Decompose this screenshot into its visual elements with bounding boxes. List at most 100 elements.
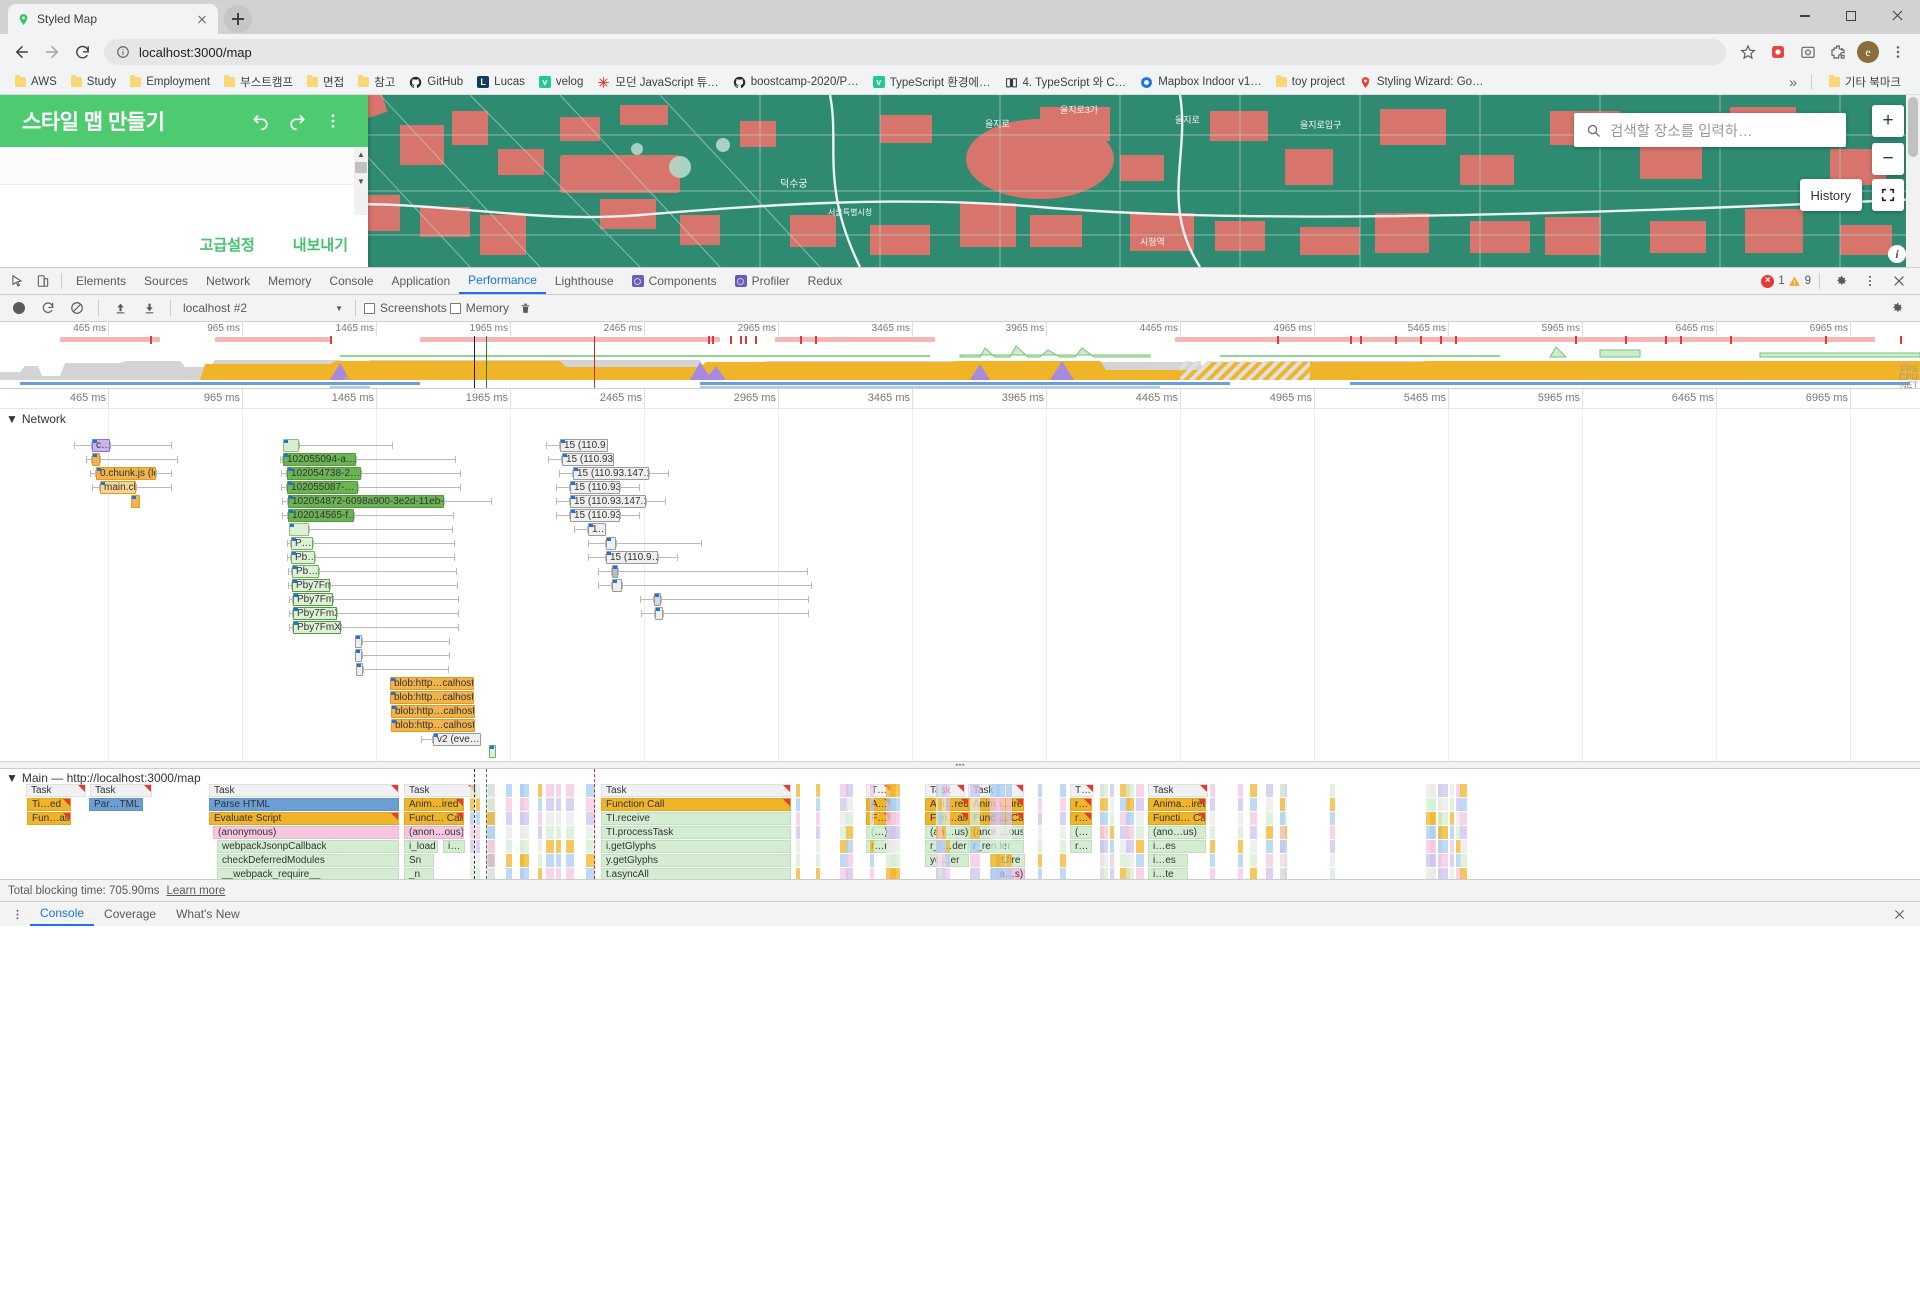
flame-chart-slice[interactable] [1238,798,1243,811]
star-icon[interactable] [1734,38,1762,66]
bookmark-item[interactable]: 4. TypeScript 와 C… [998,72,1134,92]
network-request-bar[interactable] [612,579,622,592]
learn-more-link[interactable]: Learn more [167,885,226,897]
network-request-bar[interactable] [654,593,661,606]
advanced-settings-link[interactable]: 고급설정 [200,234,255,255]
flame-chart-slice[interactable] [1450,826,1454,839]
profile-select[interactable]: localhost #2 ▼ [179,298,347,318]
flame-chart-slice[interactable] [486,826,495,839]
flame-chart-slice[interactable] [1038,840,1042,853]
flame-chart-slice[interactable] [1438,868,1448,879]
flame-chart-slice[interactable] [546,854,554,867]
network-request-bar[interactable]: blob:http…calhost) [390,691,474,704]
flame-chart-slice[interactable] [796,868,800,879]
flame-chart-slice[interactable] [870,784,874,797]
flame-chart-slice[interactable] [1110,826,1114,839]
network-track[interactable]: ▼ Network c…0.chunk.js (loc…main.ch…1020… [0,409,1920,762]
bookmark-item[interactable]: boostcamp-2020/P… [726,74,866,91]
flame-chart-slice[interactable] [556,812,561,825]
drawer-close-icon[interactable] [1886,902,1912,926]
bookmark-item[interactable]: 부스트캠프 [217,72,300,92]
flame-chart-slice[interactable] [870,812,874,825]
reload-icon[interactable] [68,38,96,66]
flame-chart-slice[interactable] [1460,812,1467,825]
flame-chart-slice[interactable] [1100,826,1108,839]
flame-chart-slice[interactable] [946,868,950,879]
flame-chart-slice[interactable] [476,826,480,839]
flame-chart-slice[interactable] [1126,868,1134,879]
flame-chart-slice[interactable] [1038,798,1042,811]
flame-chart-slice[interactable] [1438,826,1448,839]
network-request-bar[interactable]: 15 (110.93.147.18) [573,467,649,480]
flame-chart-slice[interactable] [1238,868,1243,879]
network-request-bar[interactable]: blob:http…calhost) [391,705,475,718]
flame-chart-slice[interactable] [1110,784,1114,797]
flame-chart-block[interactable]: Task [26,784,86,797]
flame-chart-block[interactable]: i…te [1148,868,1188,879]
network-request-row[interactable] [0,607,1920,620]
flame-chart-slice[interactable] [846,812,853,825]
flame-chart-slice[interactable] [538,840,542,853]
redo-icon[interactable] [284,108,310,134]
flame-chart-slice[interactable] [538,784,542,797]
clear-recording-button[interactable] [64,296,90,320]
flame-chart-block[interactable]: webpackJsonpCallback [217,840,399,853]
flame-chart-slice[interactable] [546,826,554,839]
flame-chart-slice[interactable] [1238,812,1243,825]
tab-application[interactable]: Application [382,268,459,294]
flame-chart-slice[interactable] [1100,854,1108,867]
flame-chart-slice[interactable] [946,854,950,867]
flame-chart-slice[interactable] [546,798,554,811]
flame-chart-slice[interactable] [1238,854,1243,867]
flame-chart-slice[interactable] [870,826,874,839]
new-tab-button[interactable] [224,5,252,33]
flame-chart-slice[interactable] [1430,854,1436,867]
devtools-close-icon[interactable] [1886,269,1912,293]
flame-chart-slice[interactable] [1450,840,1454,853]
flame-chart-block[interactable]: Parse HTML [209,798,399,811]
flame-chart-slice[interactable] [1250,798,1257,811]
flame-chart-slice[interactable] [1250,826,1257,839]
flame-chart-slice[interactable] [538,798,542,811]
flame-chart-slice[interactable] [1238,784,1243,797]
puzzle-icon[interactable] [1824,38,1852,66]
flame-chart-slice[interactable] [1210,798,1215,811]
network-request-bar[interactable] [489,745,496,758]
flame-chart-slice[interactable] [996,784,1000,797]
flame-chart-slice[interactable] [1140,826,1144,839]
flame-chart-block[interactable]: Evaluate Script [209,812,399,825]
flame-chart-slice[interactable] [1430,826,1436,839]
flame-chart-slice[interactable] [566,798,574,811]
flame-chart-slice[interactable] [1126,854,1134,867]
flame-chart-slice[interactable] [1266,812,1273,825]
network-request-row[interactable] [0,565,1920,578]
flame-chart-slice[interactable] [1060,868,1066,879]
flame-chart-block[interactable]: Funct… Call [404,812,464,825]
flame-chart-slice[interactable] [796,812,800,825]
flame-chart-slice[interactable] [520,868,529,879]
flame-chart-slice[interactable] [870,840,874,853]
record-button[interactable] [6,296,32,320]
flame-chart-slice[interactable] [556,784,561,797]
network-request-bar[interactable] [612,565,618,578]
flame-chart-slice[interactable] [476,798,480,811]
reload-and-record-button[interactable] [35,296,61,320]
tab-components[interactable]: Components [623,268,726,294]
flame-chart-slice[interactable] [846,784,853,797]
network-request-bar[interactable]: 15 (110.9… [560,439,608,452]
flame-chart-slice[interactable] [1450,868,1454,879]
network-request-row[interactable]: Pby7FmXiE… [0,621,1920,634]
network-request-bar[interactable]: 15 (110.9… [606,551,658,564]
flame-chart-slice[interactable] [970,840,980,853]
flame-chart-slice[interactable] [1430,798,1436,811]
flame-chart-slice[interactable] [1140,854,1144,867]
flame-chart-slice[interactable] [970,826,980,839]
zoom-out-button[interactable]: − [1872,143,1904,175]
flame-chart-slice[interactable] [1006,868,1012,879]
flame-chart-slice[interactable] [796,784,800,797]
flame-chart-block[interactable]: Anim…ired [404,798,464,811]
triangle-down-icon[interactable]: ▼ [6,412,18,426]
flame-chart-slice[interactable] [938,868,942,879]
flame-chart-slice[interactable] [1438,812,1448,825]
flame-chart-slice[interactable] [1060,840,1066,853]
